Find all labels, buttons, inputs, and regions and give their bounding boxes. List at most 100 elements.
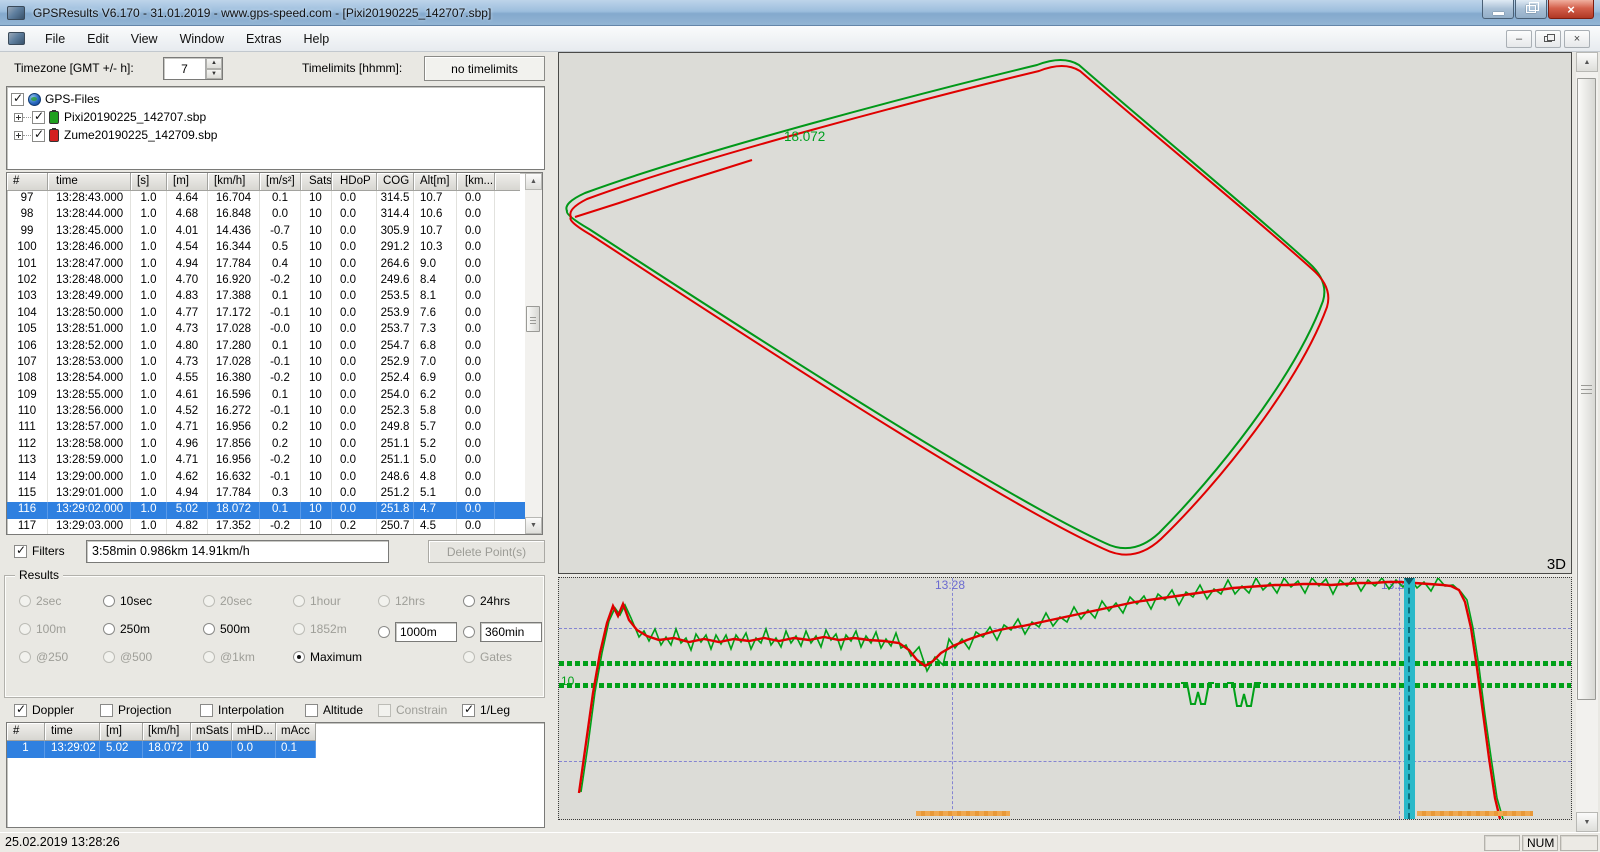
radio-500m[interactable]: 500m — [203, 622, 250, 636]
radio-icon[interactable] — [463, 626, 475, 638]
table-row[interactable]: 11613:29:02.0001.05.0218.0720.1100.0251.… — [7, 502, 542, 518]
column-header[interactable]: [m] — [167, 173, 208, 191]
radio-icon[interactable] — [378, 595, 390, 607]
menu-view[interactable]: View — [120, 28, 169, 50]
menu-extras[interactable]: Extras — [235, 28, 292, 50]
radio-@1km[interactable]: @1km — [203, 650, 255, 664]
main-scroll-up-icon[interactable]: ▲ — [1576, 52, 1598, 72]
column-header[interactable]: [m/s²] — [260, 173, 301, 191]
mdi-close-button[interactable]: × — [1564, 30, 1590, 48]
radio-1hour[interactable]: 1hour — [293, 594, 341, 608]
radio-24hrs[interactable]: 24hrs — [463, 594, 510, 608]
tree-root[interactable]: GPS-Files — [11, 90, 540, 108]
no-timelimits-button[interactable]: no timelimits — [424, 56, 545, 81]
mdi-restore-button[interactable] — [1535, 30, 1561, 48]
radio-20sec[interactable]: 20sec — [203, 594, 252, 608]
table-row[interactable]: 11513:29:01.0001.04.9417.7840.3100.0251.… — [7, 486, 542, 502]
radio-360min[interactable]: 360min — [463, 622, 542, 642]
column-header[interactable]: time — [48, 173, 131, 191]
custom-value-field[interactable]: 1000m — [395, 622, 457, 642]
checkbox-icon[interactable] — [378, 704, 391, 717]
table-row[interactable]: 10513:28:51.0001.04.7317.028-0.0100.0253… — [7, 322, 542, 338]
table-row[interactable]: 10213:28:48.0001.04.7016.920-0.2100.0249… — [7, 273, 542, 289]
radio-icon[interactable] — [293, 623, 305, 635]
mdi-minimize-button[interactable]: – — [1506, 30, 1532, 48]
radio-icon[interactable] — [293, 595, 305, 607]
table-row[interactable]: 10413:28:50.0001.04.7717.172-0.1100.0253… — [7, 306, 542, 322]
file-checkbox[interactable] — [32, 111, 45, 124]
checkbox-doppler[interactable]: Doppler — [14, 703, 74, 717]
checkbox-icon[interactable] — [14, 704, 27, 717]
menu-file[interactable]: File — [34, 28, 76, 50]
table-row[interactable]: 10313:28:49.0001.04.8317.3880.1100.0253.… — [7, 289, 542, 305]
table-row[interactable]: 10913:28:55.0001.04.6116.5960.1100.0254.… — [7, 388, 542, 404]
menu-window[interactable]: Window — [169, 28, 235, 50]
radio-icon[interactable] — [103, 651, 115, 663]
checkbox-icon[interactable] — [200, 704, 213, 717]
minimize-button[interactable] — [1482, 0, 1514, 19]
radio-2sec[interactable]: 2sec — [19, 594, 61, 608]
table-row[interactable]: 9913:28:45.0001.04.0114.436-0.7100.0305.… — [7, 224, 542, 240]
radio-icon[interactable] — [19, 623, 31, 635]
checkbox-icon[interactable] — [305, 704, 318, 717]
main-scroll-down-icon[interactable]: ▼ — [1576, 812, 1598, 832]
table-row[interactable]: 11013:28:56.0001.04.5216.272-0.1100.0252… — [7, 404, 542, 420]
column-header[interactable]: COG — [377, 173, 414, 191]
column-header[interactable]: [km... — [457, 173, 495, 191]
checkbox-icon[interactable] — [462, 704, 475, 717]
checkbox-constrain[interactable]: Constrain — [378, 703, 447, 717]
filters-summary-field[interactable]: 3:58min 0.986km 14.91km/h — [86, 540, 389, 563]
table-row[interactable]: 11313:28:59.0001.04.7116.956-0.2100.0251… — [7, 453, 542, 469]
radio-Maximum[interactable]: Maximum — [293, 650, 362, 664]
gps-files-checkbox[interactable] — [11, 93, 24, 106]
table-row[interactable]: 11213:28:58.0001.04.9617.8560.2100.0251.… — [7, 437, 542, 453]
results-column-header[interactable]: [m] — [100, 723, 143, 741]
results-column-header[interactable]: # — [7, 723, 45, 741]
radio-icon[interactable] — [203, 623, 215, 635]
menu-edit[interactable]: Edit — [76, 28, 120, 50]
menu-help[interactable]: Help — [292, 28, 340, 50]
time-cursor-bar[interactable] — [1404, 578, 1415, 819]
radio-icon[interactable] — [463, 651, 475, 663]
restore-button[interactable] — [1515, 0, 1547, 19]
scroll-down-icon[interactable]: ▼ — [525, 517, 542, 534]
radio-icon[interactable] — [463, 595, 475, 607]
filters-checkbox[interactable] — [14, 545, 27, 558]
radio-icon[interactable] — [103, 623, 115, 635]
column-header[interactable]: [km/h] — [208, 173, 260, 191]
column-header[interactable]: [s] — [131, 173, 167, 191]
results-column-header[interactable]: mHD... — [232, 723, 276, 741]
tree-file-item[interactable]: Zume20190225_142709.sbp — [11, 126, 540, 144]
checkbox-altitude[interactable]: Altitude — [305, 703, 363, 717]
radio-1852m[interactable]: 1852m — [293, 622, 347, 636]
radio-icon[interactable] — [103, 595, 115, 607]
custom-value-field[interactable]: 360min — [480, 622, 542, 642]
radio-@500[interactable]: @500 — [103, 650, 152, 664]
filters-checkbox-group[interactable]: Filters — [14, 544, 65, 558]
results-column-header[interactable]: time — [45, 723, 100, 741]
radio-250m[interactable]: 250m — [103, 622, 150, 636]
column-header[interactable]: Sats — [301, 173, 332, 191]
table-row[interactable]: 10613:28:52.0001.04.8017.2800.1100.0254.… — [7, 339, 542, 355]
table-row[interactable]: 10713:28:53.0001.04.7317.028-0.1100.0252… — [7, 355, 542, 371]
radio-Gates[interactable]: Gates — [463, 650, 512, 664]
radio-icon[interactable] — [378, 626, 390, 638]
radio-icon[interactable] — [19, 651, 31, 663]
scroll-up-icon[interactable]: ▲ — [525, 173, 542, 190]
results-column-header[interactable]: mAcc — [276, 723, 316, 741]
timezone-spinner[interactable]: 7 ▲ ▼ — [163, 57, 223, 80]
close-button[interactable]: × — [1548, 0, 1594, 19]
table-row[interactable]: 10813:28:54.0001.04.5516.380-0.2100.0252… — [7, 371, 542, 387]
table-row[interactable]: 11413:29:00.0001.04.6216.632-0.1100.0248… — [7, 470, 542, 486]
column-header[interactable]: Alt[m] — [414, 173, 457, 191]
tree-file-item[interactable]: Pixi20190225_142707.sbp — [11, 108, 540, 126]
expand-icon[interactable] — [14, 131, 23, 140]
checkbox-projection[interactable]: Projection — [100, 703, 171, 717]
results-column-header[interactable]: mSats — [191, 723, 232, 741]
spinner-down-button[interactable]: ▼ — [206, 69, 222, 80]
speed-graph-panel[interactable]: 13:28 13:29 10 — [558, 577, 1572, 820]
checkbox-icon[interactable] — [100, 704, 113, 717]
table-row[interactable]: 9813:28:44.0001.04.6816.8480.0100.0314.4… — [7, 207, 542, 223]
radio-@250[interactable]: @250 — [19, 650, 68, 664]
radio-100m[interactable]: 100m — [19, 622, 66, 636]
